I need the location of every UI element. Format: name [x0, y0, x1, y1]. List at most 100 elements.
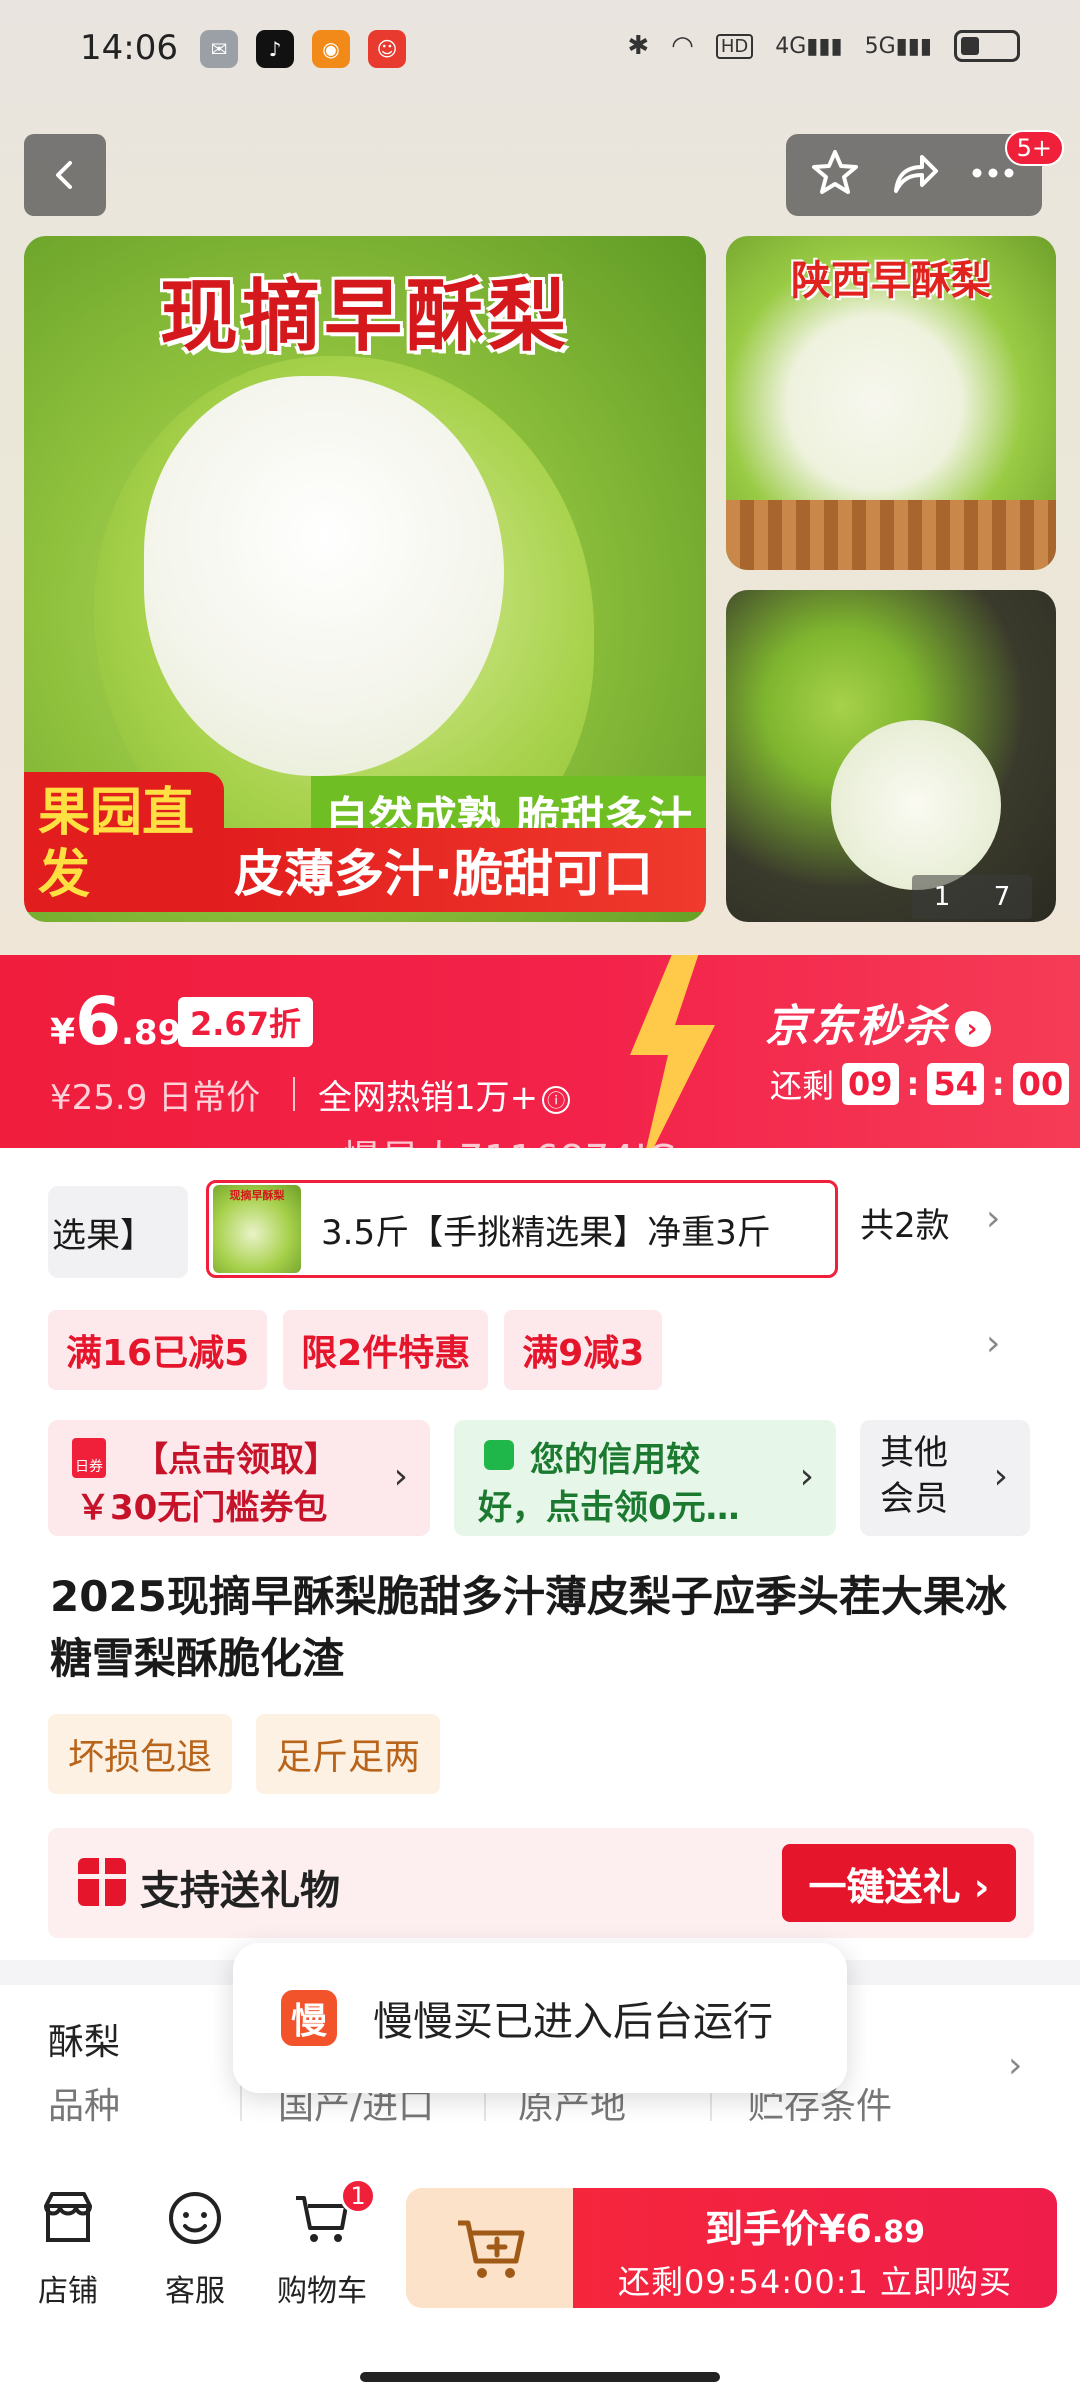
jd-flash-sale-link[interactable]: 京东秒杀 › — [765, 990, 991, 1054]
service-tag: 足斤足两 — [256, 1714, 441, 1794]
hd-icon: HD — [715, 33, 754, 59]
image-counter: 1 7 — [912, 875, 1032, 919]
arrow-right-icon: › — [955, 1011, 991, 1047]
signal-4g-icon: 4G▮▮▮ — [775, 33, 843, 59]
wifi-icon: ◠ — [671, 31, 694, 61]
buy-now-button[interactable]: 到手价¥6.89 还剩09:54:00:1 立即购买 — [573, 2188, 1057, 2308]
chevron-right-icon: › — [393, 1456, 408, 1497]
battery-icon — [954, 30, 1020, 62]
image-headline: 现摘早酥梨 — [159, 272, 570, 362]
product-info-card: 选果】 3.5斤【手挑精选果】净重3斤 共2款 › 满16已减5 限2件特惠 满… — [0, 1148, 1080, 1960]
image-counter-current: 1 — [933, 882, 951, 912]
countdown-seconds: 00 — [1012, 1063, 1070, 1105]
countdown-timer: 还剩 09: 54: 00 — [770, 1061, 1070, 1107]
shop-button[interactable]: 店铺 — [8, 2188, 128, 2310]
countdown-minutes: 54 — [927, 1063, 984, 1105]
watermark-text: 慢星人7116874JG — [342, 1137, 678, 1181]
final-price: 到手价¥6.89 — [704, 2207, 926, 2251]
attribute-value: 酥梨 — [48, 2022, 121, 2063]
countdown-hours: 09 — [842, 1063, 899, 1105]
home-indicator[interactable] — [360, 2372, 720, 2382]
back-arrow-icon — [56, 161, 72, 189]
shop-icon — [44, 2192, 92, 2242]
cart-button[interactable]: 1 购物车 — [262, 2178, 382, 2310]
gift-label: 支持送礼物 — [140, 1868, 340, 1914]
product-gallery-area: 14:06 ✉ ♪ ◉ ☺ ✱ ◠ HD 4G▮▮▮ 5G▮▮▮ 5+ 现摘早酥… — [0, 0, 1080, 955]
cart-label: 购物车 — [277, 2274, 367, 2309]
spec-thumbnail — [213, 1185, 301, 1273]
background-running-toast: 慢 慢慢买已进入后台运行 — [233, 1943, 847, 2093]
promo-tag[interactable]: 满16已减5 — [48, 1310, 268, 1390]
gift-support-row: 支持送礼物 一键送礼 › — [48, 1828, 1034, 1938]
chevron-right-icon: › — [993, 1456, 1008, 1497]
back-button[interactable] — [24, 134, 106, 216]
gift-icon — [78, 1858, 126, 1906]
share-icon — [893, 155, 938, 193]
credit-offer-card[interactable]: 您的信用较 好，点击领0元… › — [454, 1420, 836, 1536]
promo-tag[interactable]: 满9减3 — [504, 1310, 663, 1390]
original-price: ¥25.9 日常价 — [50, 1078, 261, 1118]
chevron-right-icon: › — [1008, 2045, 1023, 2086]
coupon-row: 日券 【点击领取】 ￥30无门槛券包 › 您的信用较 好，点击领0元… › 其他… — [48, 1420, 1030, 1536]
app-logo-icon: 慢 — [281, 1990, 337, 2046]
add-to-cart-icon — [458, 2220, 525, 2278]
sale-price: ¥6.89 — [50, 983, 182, 1060]
spec-option-label: 3.5斤【手挑精选果】净重3斤 — [321, 1212, 771, 1253]
customer-service-button[interactable]: 客服 — [135, 2188, 255, 2310]
spec-option-selected[interactable]: 3.5斤【手挑精选果】净重3斤 — [206, 1180, 838, 1278]
message-badge: 5+ — [1004, 130, 1064, 166]
bottom-action-bar: 店铺 客服 1 购物车 到手价¥6.89 还剩09:54:00:1 立即购买 — [0, 2160, 1080, 2400]
image-tag-red: 皮薄多汁·脆甜可口 — [214, 828, 706, 912]
spec-option[interactable]: 选果】 — [48, 1186, 188, 1278]
shopping-bag-icon — [484, 1440, 514, 1470]
service-tags: 坏损包退 足斤足两 — [48, 1714, 441, 1794]
bluetooth-icon: ✱ — [627, 31, 650, 61]
chevron-right-icon[interactable]: › — [986, 1198, 1000, 1239]
promotion-list: 满16已减5 限2件特惠 满9减3 — [48, 1310, 663, 1390]
main-product-image[interactable]: 现摘早酥梨 自然成熟 脆甜多汁 皮薄多汁·脆甜可口 果园直发 — [24, 236, 706, 922]
customer-service-icon — [169, 2192, 221, 2244]
cart-count-badge: 1 — [340, 2178, 376, 2214]
discount-badge: 2.67折 — [178, 997, 313, 1047]
app-icon: ◉ — [312, 30, 350, 68]
coupon-icon: 日券 — [72, 1438, 106, 1478]
pear-flesh-illustration — [144, 376, 504, 776]
spec-count[interactable]: 共2款 — [860, 1198, 950, 1247]
member-offer-card[interactable]: 其他会员 › — [860, 1420, 1030, 1536]
lightning-icon — [630, 955, 715, 1148]
pear-half-illustration — [831, 720, 1001, 890]
side-product-image-2[interactable] — [726, 590, 1056, 922]
promo-tag[interactable]: 限2件特惠 — [283, 1310, 489, 1390]
customer-service-label: 客服 — [165, 2274, 225, 2309]
shop-label: 店铺 — [38, 2274, 98, 2309]
app-icon: ☺ — [368, 30, 406, 68]
chevron-right-icon[interactable]: › — [986, 1323, 1000, 1364]
coupon-pack-card[interactable]: 日券 【点击领取】 ￥30无门槛券包 › — [48, 1420, 430, 1536]
top-action-group — [786, 134, 1042, 216]
favorite-button[interactable] — [809, 147, 861, 203]
share-button[interactable] — [888, 147, 940, 203]
status-app-icons: ✉ ♪ ◉ ☺ — [200, 30, 406, 68]
buy-now-countdown: 还剩09:54:00:1 立即购买 — [617, 2263, 1013, 2301]
product-title: 2025现摘早酥梨脆甜多汁薄皮梨子应季头茬大果冰糖雪梨酥脆化渣 — [50, 1572, 1007, 1683]
info-icon[interactable]: ⓘ — [542, 1085, 571, 1114]
signal-5g-icon: 5G▮▮▮ — [864, 33, 932, 59]
image-counter-total: 7 — [993, 882, 1011, 912]
status-time: 14:06 — [80, 28, 178, 68]
wechat-icon: ✉ — [200, 30, 238, 68]
flash-sale-banner[interactable]: ¥6.89 2.67折 ¥25.9 日常价 全网热销1万+ ⓘ 京东秒杀 › 还剩 … — [0, 955, 1080, 1148]
basket-illustration — [726, 500, 1056, 570]
spec-selector: 选果】 3.5斤【手挑精选果】净重3斤 共2款 › — [0, 1180, 1080, 1280]
hot-sales-info[interactable]: 全网热销1万+ ⓘ — [318, 1070, 571, 1119]
side-image-caption: 陕西早酥梨 — [791, 258, 991, 304]
divider — [293, 1077, 295, 1111]
send-gift-button[interactable]: 一键送礼 › — [782, 1844, 1016, 1922]
tiktok-icon: ♪ — [256, 30, 294, 68]
add-to-cart-button[interactable] — [406, 2188, 578, 2308]
side-product-image-1[interactable]: 陕西早酥梨 — [726, 236, 1056, 570]
status-right-icons: ✱ ◠ HD 4G▮▮▮ 5G▮▮▮ — [627, 30, 1020, 62]
star-icon — [812, 150, 859, 194]
status-bar: 14:06 ✉ ♪ ◉ ☺ ✱ ◠ HD 4G▮▮▮ 5G▮▮▮ — [0, 0, 1080, 100]
image-tag-orchard: 果园直发 — [24, 772, 224, 912]
chevron-right-icon: › — [799, 1456, 814, 1497]
